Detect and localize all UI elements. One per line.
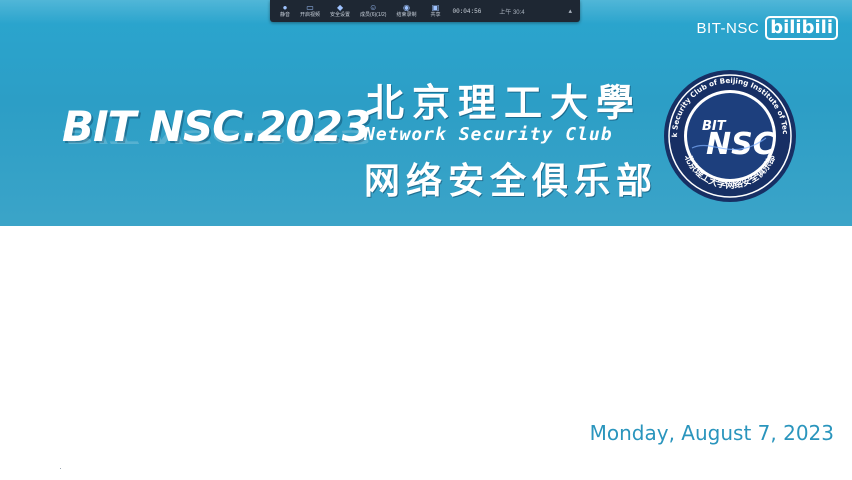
university-name: 北京理工大學 (366, 80, 643, 125)
toolbar-label: 安全设置 (330, 12, 351, 18)
meeting-toolbar: ● 静音 ▭ 开启视频 ◆ 安全设置 ☺ 成员(6)(1/2) ◉ 结束录制 ▣… (270, 0, 580, 22)
bilibili-logo: bilibili (765, 16, 838, 40)
toolbar-label: 共享 (430, 12, 441, 18)
toolbar-mute-button[interactable]: ● 静音 (280, 0, 290, 22)
collapse-icon[interactable]: ▴ (568, 7, 572, 15)
toolbar-more-text[interactable]: 上午 30:4 (499, 7, 524, 16)
watermark: BIT-NSC bilibili (697, 16, 838, 40)
security-icon: ◆ (336, 3, 344, 12)
slide-date: Monday, August 7, 2023 (589, 421, 834, 445)
toolbar-record-button[interactable]: ◉ 结束录制 (396, 0, 416, 22)
toolbar-label: 成员(6)(1/2) (360, 12, 387, 18)
club-seal-logo: Network Security Club of Beijing Institu… (662, 68, 796, 202)
toolbar-label: 结束录制 (396, 12, 417, 18)
toolbar-video-button[interactable]: ▭ 开启视频 (300, 0, 320, 22)
share-screen-icon: ▣ (431, 3, 440, 12)
club-name-english: Network Security Club (364, 124, 613, 145)
brand-title-reflection: BIT NSC.2023 (62, 125, 370, 148)
toolbar-share-button[interactable]: ▣ 共享 (430, 3, 440, 19)
toolbar-label: 开启视频 (300, 12, 321, 18)
record-icon: ◉ (402, 3, 410, 12)
toolbar-security-button[interactable]: ◆ 安全设置 (330, 0, 350, 22)
participants-icon: ☺ (369, 3, 378, 12)
club-name-chinese: 网络安全俱乐部 (364, 160, 659, 202)
stray-dot (60, 468, 61, 469)
toolbar-label: 静音 (280, 12, 291, 18)
toolbar-participants-button[interactable]: ☺ 成员(6)(1/2) (360, 0, 386, 22)
watermark-text: BIT-NSC (696, 19, 760, 37)
mic-icon: ● (282, 3, 288, 12)
meeting-timer: 00:04:56 (452, 7, 482, 15)
header-banner: BIT NSC.2023 BIT NSC.2023 北京理工大學 Network… (0, 0, 852, 226)
slide-canvas: BIT NSC.2023 BIT NSC.2023 北京理工大學 Network… (0, 0, 852, 480)
video-icon: ▭ (306, 3, 314, 12)
seal-center-nsc: NSC (706, 127, 775, 162)
